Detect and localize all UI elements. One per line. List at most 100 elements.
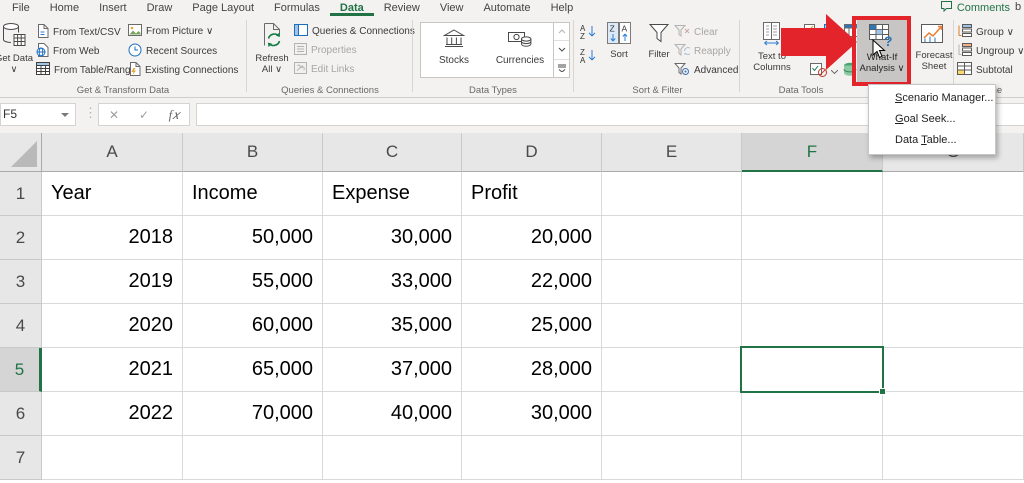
tab-draw[interactable]: Draw [137, 0, 183, 16]
cell-F1[interactable] [742, 172, 883, 216]
cell-D5[interactable]: 28,000 [462, 348, 602, 392]
cell-E6[interactable] [602, 392, 742, 436]
tab-help[interactable]: Help [541, 0, 584, 16]
cell-B3[interactable]: 55,000 [183, 260, 323, 304]
from-web-button[interactable]: From Web [36, 43, 100, 60]
cell-B2[interactable]: 50,000 [183, 216, 323, 260]
cell-G1[interactable] [883, 172, 1024, 216]
cell-B7[interactable] [183, 436, 323, 480]
data-validation-button[interactable] [810, 62, 858, 80]
row-header-3[interactable]: 3 [0, 260, 42, 304]
cell-A7[interactable] [42, 436, 183, 480]
row-header-5[interactable]: 5 [0, 348, 42, 392]
cell-C5[interactable]: 37,000 [323, 348, 462, 392]
tab-view[interactable]: View [430, 0, 474, 16]
cell-D2[interactable]: 20,000 [462, 216, 602, 260]
tab-review[interactable]: Review [374, 0, 430, 16]
currencies-button[interactable]: Currencies [487, 23, 553, 77]
remove-duplicates-button[interactable] [824, 24, 839, 43]
cell-F6[interactable] [742, 392, 883, 436]
get-data-button[interactable]: Get Data ∨ [0, 22, 34, 76]
column-header-D[interactable]: D [462, 133, 602, 172]
advanced-filter-button[interactable]: Advanced [673, 62, 738, 79]
gallery-down-button[interactable] [554, 40, 569, 58]
text-to-columns-button[interactable]: Text to Columns [748, 22, 796, 74]
column-header-E[interactable]: E [602, 133, 742, 172]
flash-fill-button[interactable] [804, 24, 819, 43]
cell-G4[interactable] [883, 304, 1024, 348]
cell-A1[interactable]: Year [42, 172, 183, 216]
cell-D6[interactable]: 30,000 [462, 392, 602, 436]
cell-B4[interactable]: 60,000 [183, 304, 323, 348]
confirm-entry-icon[interactable]: ✓ [129, 108, 159, 122]
cell-B5[interactable]: 65,000 [183, 348, 323, 392]
from-table-range-button[interactable]: From Table/Range [36, 62, 136, 78]
insert-function-icon[interactable]: f𝑥 [159, 107, 189, 123]
cell-G3[interactable] [883, 260, 1024, 304]
row-header-6[interactable]: 6 [0, 392, 42, 436]
sort-button[interactable]: ZA Sort [601, 22, 637, 60]
sort-descending-button[interactable]: ZA [580, 47, 598, 69]
filter-button[interactable]: Filter [641, 22, 677, 60]
group-button[interactable]: Group ∨ [957, 24, 1014, 40]
column-header-C[interactable]: C [323, 133, 462, 172]
cell-F7[interactable] [742, 436, 883, 480]
subtotal-button[interactable]: Subtotal [957, 62, 1013, 78]
menu-item-data-table[interactable]: Data Table... [869, 130, 995, 151]
cell-C2[interactable]: 30,000 [323, 216, 462, 260]
share-button-partial[interactable]: b [1015, 1, 1024, 13]
recent-sources-button[interactable]: Recent Sources [128, 43, 217, 60]
forecast-sheet-button[interactable]: Forecast Sheet [912, 22, 956, 73]
cell-A6[interactable]: 2022 [42, 392, 183, 436]
cell-A5[interactable]: 2021 [42, 348, 183, 392]
column-header-F[interactable]: F [742, 133, 883, 172]
cell-D1[interactable]: Profit [462, 172, 602, 216]
cell-G5[interactable] [883, 348, 1024, 392]
cell-F5[interactable] [742, 348, 883, 392]
cell-B1[interactable]: Income [183, 172, 323, 216]
cell-C3[interactable]: 33,000 [323, 260, 462, 304]
gallery-more-button[interactable] [554, 58, 569, 77]
cell-C4[interactable]: 35,000 [323, 304, 462, 348]
cell-E2[interactable] [602, 216, 742, 260]
from-text-csv-button[interactable]: From Text/CSV [36, 24, 121, 41]
cell-E3[interactable] [602, 260, 742, 304]
cell-E1[interactable] [602, 172, 742, 216]
cell-A4[interactable]: 2020 [42, 304, 183, 348]
comments-button[interactable]: Comments [940, 0, 1010, 16]
sort-ascending-button[interactable]: AZ [580, 23, 598, 45]
cell-B6[interactable]: 70,000 [183, 392, 323, 436]
cancel-entry-icon[interactable]: ✕ [99, 108, 129, 122]
tab-automate[interactable]: Automate [473, 0, 540, 16]
name-box-caret-icon[interactable] [61, 113, 69, 117]
ungroup-button[interactable]: Ungroup ∨ [957, 43, 1024, 59]
row-header-2[interactable]: 2 [0, 216, 42, 260]
cell-F3[interactable] [742, 260, 883, 304]
name-box[interactable]: F5 [0, 103, 76, 126]
column-header-B[interactable]: B [183, 133, 323, 172]
cell-G6[interactable] [883, 392, 1024, 436]
tab-home[interactable]: Home [40, 0, 89, 16]
cell-C7[interactable] [323, 436, 462, 480]
cell-E4[interactable] [602, 304, 742, 348]
row-header-1[interactable]: 1 [0, 172, 42, 216]
cell-C6[interactable]: 40,000 [323, 392, 462, 436]
from-picture-button[interactable]: From Picture ∨ [128, 24, 213, 39]
menu-item-goal-seek[interactable]: Goal Seek... [869, 109, 995, 130]
select-all-corner[interactable] [0, 133, 42, 172]
existing-connections-button[interactable]: Existing Connections [128, 62, 238, 79]
what-if-analysis-button[interactable]: ? What-If Analysis ∨ [857, 20, 907, 82]
cell-F4[interactable] [742, 304, 883, 348]
cell-E7[interactable] [602, 436, 742, 480]
cell-E5[interactable] [602, 348, 742, 392]
row-header-4[interactable]: 4 [0, 304, 42, 348]
gallery-up-button[interactable] [554, 23, 569, 40]
tab-insert[interactable]: Insert [89, 0, 137, 16]
tab-formulas[interactable]: Formulas [264, 0, 330, 16]
cell-A3[interactable]: 2019 [42, 260, 183, 304]
tab-file[interactable]: File [2, 0, 40, 16]
cell-G2[interactable] [883, 216, 1024, 260]
stocks-button[interactable]: Stocks [421, 23, 487, 77]
row-header-7[interactable]: 7 [0, 436, 42, 480]
refresh-all-button[interactable]: Refresh All ∨ [250, 22, 294, 76]
